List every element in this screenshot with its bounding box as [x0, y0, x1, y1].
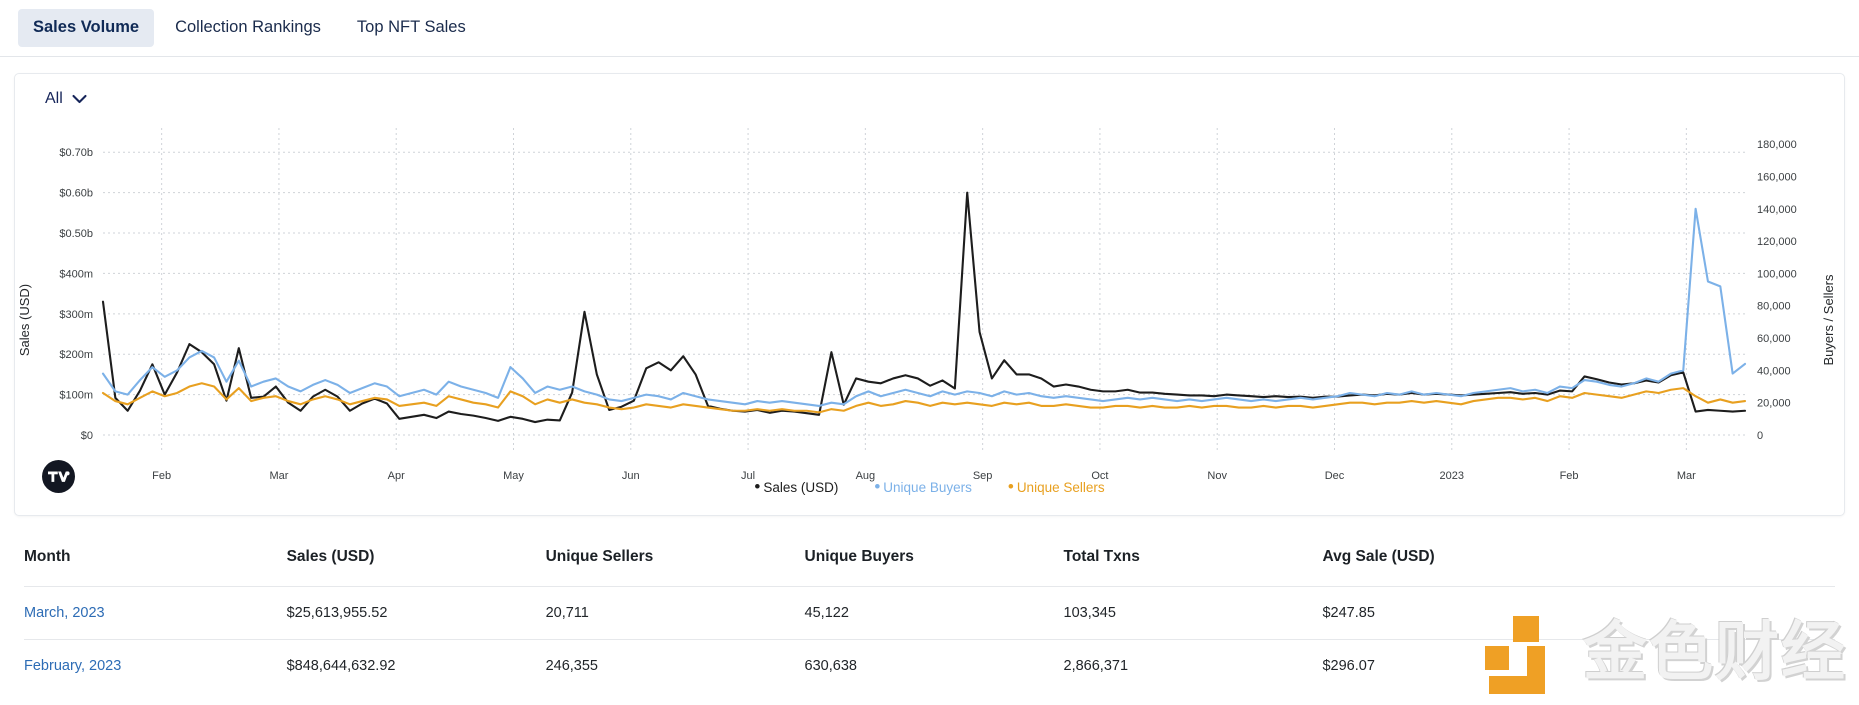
cell-month[interactable]: February, 2023: [24, 639, 287, 692]
cell-total-txns: 103,345: [1063, 586, 1323, 640]
chart-card: All $0.70b $0.60b $0.50b $400m $300m $200m $10…: [14, 73, 1845, 516]
svg-text:60,000: 60,000: [1757, 333, 1791, 345]
svg-text:180,000: 180,000: [1757, 139, 1797, 151]
sales-volume-line-chart[interactable]: $0.70b$0.60b$0.50b$400m$300m$200m$100m$0…: [15, 120, 1844, 516]
legend-item-unique-sellers[interactable]: • Unique Sellers: [1007, 477, 1105, 497]
month-link[interactable]: February, 2023: [24, 658, 121, 674]
column-header-unique-buyers[interactable]: Unique Buyers: [805, 542, 1064, 587]
cell-unique-buyers: 45,122: [804, 586, 1064, 640]
svg-text:$0.50b: $0.50b: [59, 228, 93, 240]
legend-item-sales-usd[interactable]: • Sales (USD): [754, 477, 839, 497]
legend-dot-sales-usd: •: [754, 477, 761, 497]
month-link[interactable]: March, 2023: [24, 605, 105, 621]
cell-avg-sale-usd: $296.07: [1322, 639, 1835, 692]
chart-y-axis-left-title: Sales (USD): [17, 284, 32, 356]
cell-sales-usd: $25,613,955.52: [286, 586, 546, 640]
chart-plot-area: $0.70b $0.60b $0.50b $400m $300m $200m $100m $0…: [15, 120, 1844, 516]
table-row: March, 2023 $25,613,955.52 20,711 45,122…: [24, 586, 1835, 640]
table-body: March, 2023 $25,613,955.52 20,711 45,122…: [24, 586, 1835, 692]
chart-y-axis-right-ticks: 180,000 160,000 140,000 120,000 100,000 80,00…: [1757, 139, 1797, 442]
cell-total-txns: 2,866,371: [1063, 639, 1323, 692]
svg-text:40,000: 40,000: [1757, 365, 1791, 377]
monthly-stats-table-region: Month Sales (USD) Unique Sellers Unique …: [0, 542, 1859, 694]
legend-label-unique-buyers: Unique Buyers: [883, 480, 972, 495]
svg-text:20,000: 20,000: [1757, 398, 1791, 410]
legend-label-unique-sellers: Unique Sellers: [1016, 480, 1105, 495]
legend-label-sales-usd: Sales (USD): [763, 480, 839, 495]
svg-text:$400m: $400m: [59, 268, 93, 280]
svg-text:80,000: 80,000: [1757, 301, 1791, 313]
table-header-row: Month Sales (USD) Unique Sellers Unique …: [24, 542, 1835, 587]
tab-collection-rankings[interactable]: Collection Rankings: [160, 9, 336, 47]
chart-gridlines: [103, 128, 1745, 451]
svg-text:$0.60b: $0.60b: [59, 188, 93, 200]
tab-sales-volume[interactable]: Sales Volume: [18, 9, 155, 47]
cell-avg-sale-usd: $247.85: [1322, 586, 1835, 640]
svg-text:0: 0: [1757, 430, 1763, 442]
svg-text:100,000: 100,000: [1757, 268, 1797, 280]
table-row: February, 2023 $848,644,632.92 246,355 6…: [24, 639, 1835, 692]
range-selector-dropdown[interactable]: All: [45, 90, 87, 108]
chart-legend: • Sales (USD) • Unique Buyers • Unique S…: [15, 477, 1844, 497]
svg-text:160,000: 160,000: [1757, 171, 1797, 183]
chart-series-lines: [101, 191, 1747, 424]
svg-text:$100m: $100m: [59, 390, 93, 402]
chevron-down-icon: [72, 94, 87, 104]
svg-text:$0.70b: $0.70b: [59, 147, 93, 159]
chart-y-axis-left-ticks: $0.70b $0.60b $0.50b $400m $300m $200m $100m $0: [59, 147, 93, 442]
column-header-sales-usd[interactable]: Sales (USD): [287, 542, 546, 587]
legend-item-unique-buyers[interactable]: • Unique Buyers: [874, 477, 972, 497]
cell-unique-sellers: 20,711: [545, 586, 805, 640]
table-header: Month Sales (USD) Unique Sellers Unique …: [24, 542, 1835, 587]
legend-dot-unique-buyers: •: [874, 477, 881, 497]
column-header-unique-sellers[interactable]: Unique Sellers: [546, 542, 805, 587]
cell-sales-usd: $848,644,632.92: [286, 639, 546, 692]
svg-text:120,000: 120,000: [1757, 236, 1797, 248]
legend-dot-unique-sellers: •: [1007, 477, 1014, 497]
cell-month[interactable]: March, 2023: [24, 586, 287, 640]
svg-text:$0: $0: [81, 430, 93, 442]
range-selector-value: All: [45, 90, 63, 107]
svg-text:140,000: 140,000: [1757, 204, 1797, 216]
cell-unique-buyers: 630,638: [804, 639, 1064, 692]
cell-unique-sellers: 246,355: [545, 639, 805, 692]
svg-text:$300m: $300m: [59, 309, 93, 321]
monthly-stats-table: Month Sales (USD) Unique Sellers Unique …: [24, 542, 1835, 692]
chart-y-axis-right-title: Buyers / Sellers: [1821, 274, 1836, 366]
column-header-total-txns[interactable]: Total Txns: [1064, 542, 1323, 587]
svg-text:$200m: $200m: [59, 349, 93, 361]
tab-bar: Sales Volume Collection Rankings Top NFT…: [0, 0, 1859, 57]
tab-top-nft-sales[interactable]: Top NFT Sales: [342, 9, 481, 47]
column-header-avg-sale-usd[interactable]: Avg Sale (USD): [1322, 542, 1835, 587]
column-header-month[interactable]: Month: [24, 542, 287, 587]
